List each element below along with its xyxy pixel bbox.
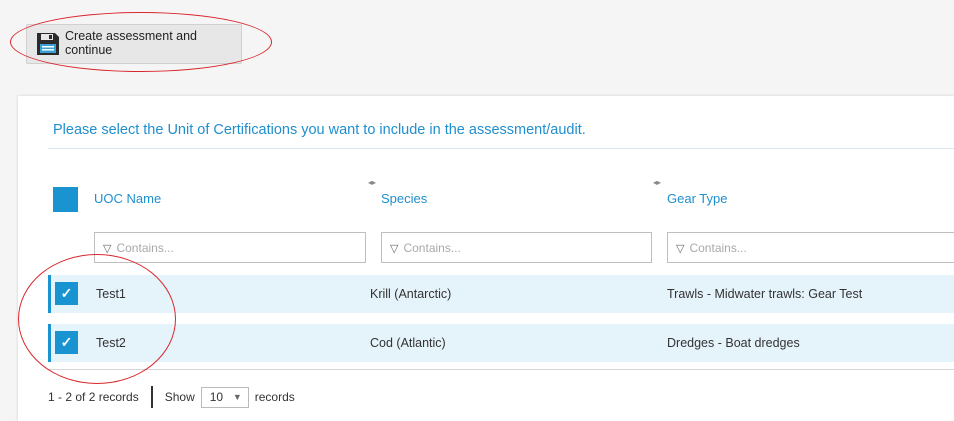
pager-show-label: Show — [164, 390, 195, 404]
filter-species[interactable]: ▽ Contains... — [381, 232, 652, 263]
column-resize-handle[interactable]: ◂▸ — [653, 178, 661, 187]
divider — [48, 148, 954, 149]
page-size-value: 10 — [209, 389, 224, 404]
pager: 1 - 2 of 2 records Show 10 ▼ records — [48, 386, 295, 408]
row-checkbox[interactable]: ✓ — [55, 282, 78, 305]
table-bottom-border — [48, 369, 954, 370]
create-assessment-label: Create assessment and continue — [65, 29, 198, 57]
select-all-checkbox[interactable] — [53, 187, 78, 212]
chevron-down-icon: ▼ — [232, 391, 242, 402]
uoc-selection-panel: Please select the Unit of Certifications… — [18, 96, 954, 421]
pager-divider — [150, 386, 153, 408]
page-size-select[interactable]: 10 ▼ — [200, 386, 249, 408]
cell-species: Krill (Antarctic) — [370, 287, 452, 301]
table-row[interactable]: ✓ Test2 Cod (Atlantic) Dredges - Boat dr… — [48, 324, 954, 362]
filter-uoc-name[interactable]: ▽ Contains... — [94, 232, 366, 263]
filter-placeholder: Contains... — [403, 241, 461, 255]
row-checkbox[interactable]: ✓ — [55, 331, 78, 354]
cell-uoc-name: Test2 — [96, 336, 126, 350]
filter-gear-type[interactable]: ▽ Contains... — [667, 232, 954, 263]
column-header-species[interactable]: Species — [381, 191, 427, 206]
filter-icon: ▽ — [676, 243, 685, 255]
table-row[interactable]: ✓ Test1 Krill (Antarctic) Trawls - Midwa… — [48, 275, 954, 313]
pager-records-label: records — [254, 390, 295, 404]
pager-summary: 1 - 2 of 2 records — [48, 390, 139, 404]
save-icon — [37, 33, 59, 55]
filter-placeholder: Contains... — [116, 241, 174, 255]
cell-species: Cod (Atlantic) — [370, 336, 446, 350]
filter-icon: ▽ — [390, 243, 399, 255]
create-assessment-button[interactable]: Create assessment and continue — [26, 24, 242, 64]
column-header-uoc-name[interactable]: UOC Name — [94, 191, 161, 206]
column-header-gear-type[interactable]: Gear Type — [667, 191, 727, 206]
filter-icon: ▽ — [103, 243, 112, 255]
filter-placeholder: Contains... — [689, 241, 747, 255]
instruction-text: Please select the Unit of Certifications… — [53, 122, 586, 138]
row-separator — [48, 313, 954, 314]
cell-gear-type: Trawls - Midwater trawls: Gear Test — [667, 287, 863, 301]
cell-gear-type: Dredges - Boat dredges — [667, 336, 800, 350]
cell-uoc-name: Test1 — [96, 287, 126, 301]
column-resize-handle[interactable]: ◂▸ — [368, 178, 376, 187]
